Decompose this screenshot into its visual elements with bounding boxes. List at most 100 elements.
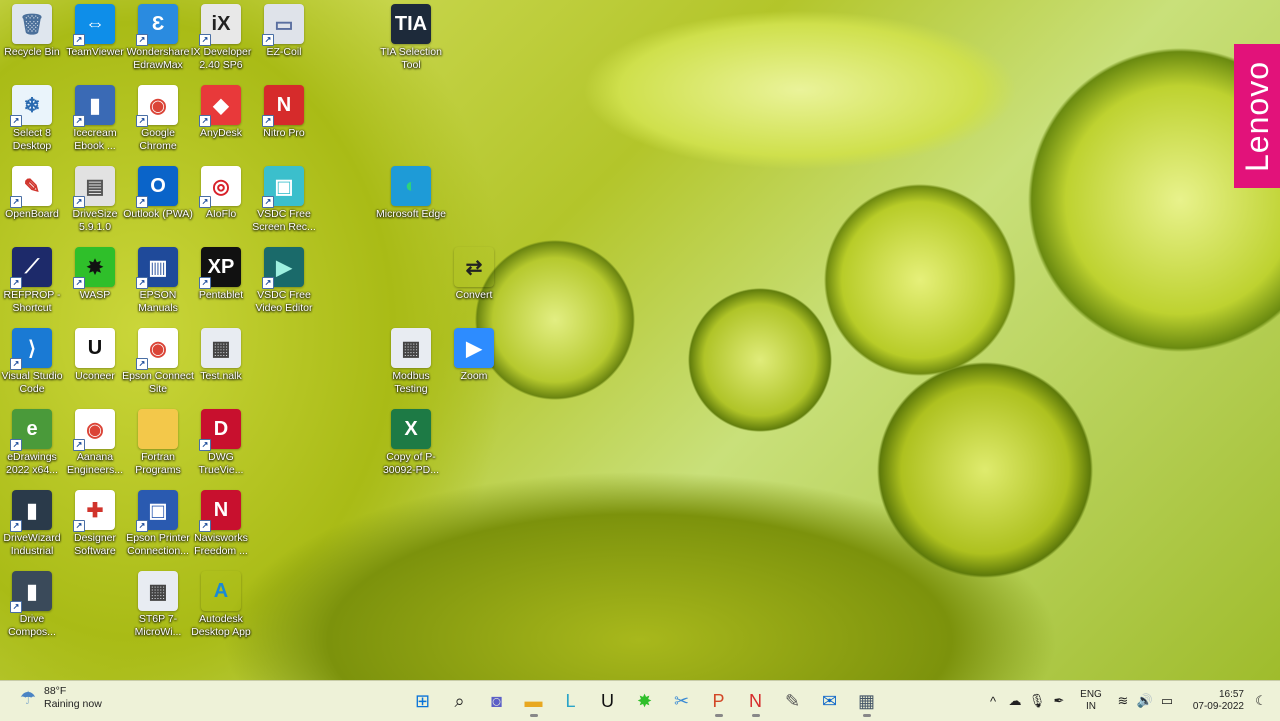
desktop-icon-microsoft-edge[interactable]: ◐ Microsoft Edge — [376, 166, 446, 221]
desktop-icon-epson-connect-site[interactable]: ◉ ↗ Epson Connect Site — [122, 328, 194, 396]
snipping-tool-button[interactable]: ✂ — [666, 685, 698, 717]
desktop-icon-copy-of-p-30092-pd[interactable]: X Copy of P-30092-PD... — [379, 409, 443, 477]
desktop-icon-convert[interactable]: ⇄ Convert — [442, 247, 506, 302]
pen-icon[interactable]: ✒ — [1048, 693, 1070, 709]
nitro-taskbar-button[interactable]: N — [740, 685, 772, 717]
folder-icon: ▬ — [138, 409, 178, 449]
desktop-icon-designer-software[interactable]: ✚ ↗ Designer Software — [63, 490, 127, 558]
taskbar-apps: ⊞ ⌕ ◙ ▬ L U ✸ ✂ P N ✎ ✉ ▦ — [404, 685, 885, 717]
weather-temperature: 88°F — [44, 685, 67, 697]
desktop-icon-navisworks-freedom[interactable]: N ↗ Navisworks Freedom ... — [189, 490, 253, 558]
modbus-testing-icon: ▦ — [391, 328, 431, 368]
desktop-icon-label: Visual Studio Code — [1, 370, 63, 395]
desktop-icon-dwg-truevie[interactable]: D ↗ DWG TrueVie... — [189, 409, 253, 477]
start-button[interactable]: ⊞ — [407, 685, 439, 717]
desktop-icon-label: EZ-Coil — [266, 46, 302, 58]
desktop-icon-label: Microsoft Edge — [375, 208, 447, 220]
desktop-icon-google-chrome[interactable]: ◉ ↗ Google Chrome — [126, 85, 190, 153]
edrawings-icon: e ↗ — [10, 409, 52, 451]
weather-widget[interactable]: ☂ 88°F Raining now — [16, 685, 102, 711]
desktop-icon-label: DWG TrueVie... — [198, 451, 244, 476]
microphone-icon[interactable]: 🎙 — [1026, 693, 1048, 709]
desktop-icon-tia-selection-tool[interactable]: TIA TIA Selection Tool — [379, 4, 443, 72]
weather-condition: Raining now — [44, 698, 102, 710]
powerpoint-button[interactable]: P — [703, 685, 735, 717]
desktop-icon-zoom[interactable]: ▶ Zoom — [442, 328, 506, 383]
search-button[interactable]: ⌕ — [444, 685, 476, 717]
desktop-icon-st6p-7-microwi[interactable]: ▦ ST6P 7-MicroWi... — [126, 571, 190, 639]
calculator-tool-button[interactable]: ▦ — [851, 685, 883, 717]
shortcut-arrow-icon: ↗ — [10, 439, 22, 451]
shortcut-arrow-icon: ↗ — [136, 277, 148, 289]
mail-button[interactable]: ✉ — [814, 685, 846, 717]
desktop-icon-drivewizard-industrial[interactable]: ▮ ↗ DriveWizard Industrial — [0, 490, 64, 558]
desktop-icon-icecream-ebook[interactable]: ▮ ↗ Icecream Ebook ... — [63, 85, 127, 153]
desktop-icon-fortran-programs[interactable]: ▬ Fortran Programs — [126, 409, 190, 477]
desktop-icon-label: Wondershare EdrawMax — [126, 46, 190, 71]
volume-icon[interactable]: 🔊 — [1134, 693, 1156, 709]
desktop-icon-nitro-pro[interactable]: N ↗ Nitro Pro — [252, 85, 316, 140]
shortcut-arrow-icon: ↗ — [73, 115, 85, 127]
desktop-icon-wasp[interactable]: ✸ ↗ WASP — [63, 247, 127, 302]
desktop-icon-vsdc-free-screen-rec[interactable]: ▣ ↗ VSDC Free Screen Rec... — [252, 166, 316, 234]
chrome-icon: ◉ ↗ — [136, 328, 178, 370]
desktop-icon-drive-compos[interactable]: ▮ ↗ Drive Compos... — [0, 571, 64, 639]
shortcut-arrow-icon: ↗ — [73, 34, 85, 46]
lingo-app-button[interactable]: L — [555, 685, 587, 717]
desktop-icon-aanana-engineers[interactable]: ◉ ↗ Aanana Engineers... — [63, 409, 127, 477]
desktop-icon-autodesk-desktop-app[interactable]: A Autodesk Desktop App — [189, 571, 253, 639]
onedrive-cloud-icon[interactable]: ☁ — [1004, 693, 1026, 709]
desktop-icon-epson-printer-connection[interactable]: ▣ ↗ Epson Printer Connection... — [126, 490, 190, 558]
desktop-icon-select-8-desktop[interactable]: ❄ ↗ Select 8 Desktop — [0, 85, 64, 153]
desktop-icon-epson-manuals[interactable]: ▥ ↗ EPSON Manuals — [126, 247, 190, 315]
clock-date: 07-09-2022 — [1192, 701, 1244, 712]
teams-chat-button[interactable]: ◙ — [481, 685, 513, 717]
test-nalk-icon: ▦ — [201, 328, 241, 368]
desktop-icon-pentablet[interactable]: XP ↗ Pentablet — [189, 247, 253, 302]
desktop-icon-test-nalk[interactable]: ▦ Test.nalk — [189, 328, 253, 383]
battery-icon[interactable]: ▭ — [1156, 693, 1178, 709]
desktop-icon-label: Icecream Ebook ... — [73, 127, 117, 152]
desktop-icon-label: ST6P 7-MicroWi... — [134, 613, 182, 638]
desktop-icon-wondershare-edrawmax[interactable]: Ɛ ↗ Wondershare EdrawMax — [126, 4, 190, 72]
clock[interactable]: 16:57 07-09-2022 — [1184, 689, 1244, 713]
desktop-icon-ix-developer-2-40-sp6[interactable]: iX ↗ IX Developer 2.40 SP6 — [189, 4, 253, 72]
desktop-icon-label: VSDC Free Screen Rec... — [252, 208, 316, 233]
desktop-icon-modbus-testing[interactable]: ▦ Modbus Testing — [379, 328, 443, 396]
language-indicator[interactable]: ENG IN — [1074, 689, 1108, 713]
desktop-icon-outlook-pwa[interactable]: O ↗ Outlook (PWA) — [123, 166, 193, 221]
desktop-icon-label: VSDC Free Video Editor — [255, 289, 313, 314]
desktop-icon-anydesk[interactable]: ◆ ↗ AnyDesk — [189, 85, 253, 140]
desktop-icon-label: REFPROP - Shortcut — [3, 289, 61, 314]
drivesize-icon: ▤ ↗ — [73, 166, 115, 208]
uconeer-taskbar-button[interactable]: U — [592, 685, 624, 717]
desktop-icon-teamviewer[interactable]: ⇔ ↗ TeamViewer — [63, 4, 127, 59]
desktop-icon-drivesize-5-9-1-0[interactable]: ▤ ↗ DriveSize 5.9.1.0 — [63, 166, 127, 234]
wifi-icon[interactable]: ≋ — [1112, 693, 1134, 709]
desktop-icon-ez-coil[interactable]: ▭ ↗ EZ-Coil — [252, 4, 316, 59]
shortcut-arrow-icon: ↗ — [199, 34, 211, 46]
desktop-icon-recycle-bin[interactable]: 🗑 Recycle Bin — [0, 4, 64, 59]
clock-time: 16:57 — [1218, 689, 1244, 700]
shortcut-arrow-icon: ↗ — [199, 520, 211, 532]
desktop-icon-refprop-shortcut[interactable]: ⟋ ↗ REFPROP - Shortcut — [0, 247, 64, 315]
notification-moon-icon[interactable]: ☾ — [1250, 693, 1272, 709]
whiteboard-button[interactable]: ✎ — [777, 685, 809, 717]
desktop-icon-label: IX Developer 2.40 SP6 — [190, 46, 252, 71]
desktop-icon-vsdc-free-video-editor[interactable]: ▶ ↗ VSDC Free Video Editor — [252, 247, 316, 315]
show-hidden-icons-chevron[interactable]: ^ — [982, 694, 1004, 709]
desktop-icon-visual-studio-code[interactable]: ⟩ ↗ Visual Studio Code — [0, 328, 64, 396]
file-explorer-button[interactable]: ▬ — [518, 685, 550, 717]
shortcut-arrow-icon: ↗ — [10, 196, 22, 208]
icecream-ebook-icon: ▮ ↗ — [73, 85, 115, 127]
desktop-icon-aioflo[interactable]: ◎ ↗ AIoFlo — [189, 166, 253, 221]
anydesk-icon: ◆ ↗ — [199, 85, 241, 127]
desktop-icon-uconeer[interactable]: U Uconeer — [63, 328, 127, 383]
chrome-icon: ◉ ↗ — [73, 409, 115, 451]
desktop-icon-edrawings-2022-x64[interactable]: e ↗ eDrawings 2022 x64... — [0, 409, 64, 477]
desktop-icon-label: Google Chrome — [139, 127, 177, 152]
desktop-icon-label: WASP — [79, 289, 111, 301]
wasp-taskbar-button[interactable]: ✸ — [629, 685, 661, 717]
shortcut-arrow-icon: ↗ — [262, 196, 274, 208]
desktop-icon-openboard[interactable]: ✎ ↗ OpenBoard — [0, 166, 64, 221]
